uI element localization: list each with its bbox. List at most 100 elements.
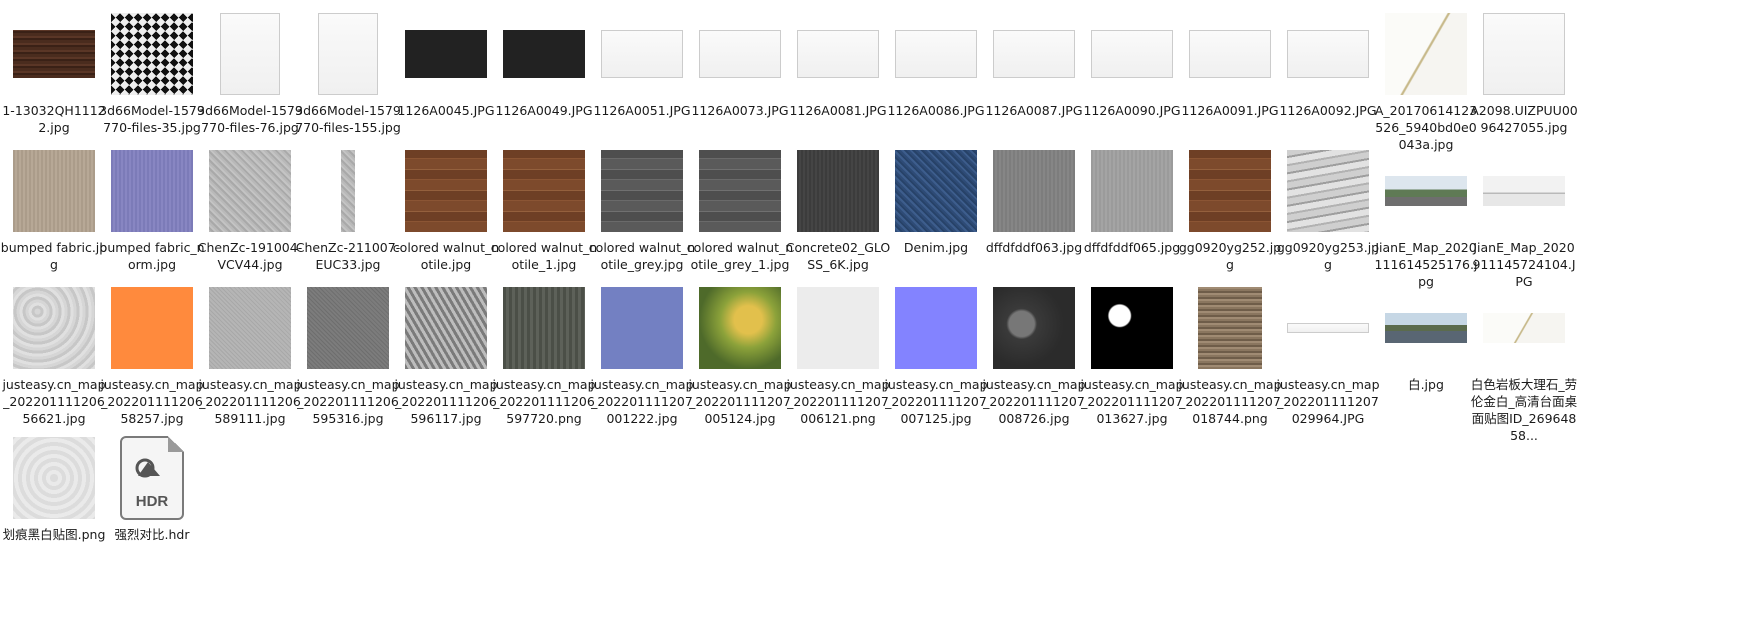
file-name-label: dffdfddf065.jpg xyxy=(1083,240,1181,255)
thumbnail-image xyxy=(405,287,487,369)
thumbnail-image xyxy=(1287,30,1369,78)
file-thumbnail xyxy=(588,280,696,376)
thumbnail-image xyxy=(993,30,1075,78)
file-thumbnail xyxy=(1372,143,1480,239)
thumbnail-image xyxy=(993,287,1075,369)
file-name-label: justeasy.cn_map_202201111207007125.jpg xyxy=(884,377,988,426)
file-name-label: 3d66Model-1579770-files-76.jpg xyxy=(197,103,303,135)
thumbnail-image xyxy=(601,150,683,232)
file-name-label: justeasy.cn_map_202201111207013627.jpg xyxy=(1080,377,1184,426)
file-name-label: 3d66Model-1579770-files-35.jpg xyxy=(99,103,205,135)
file-name-label: ChenZc-211007-EUC33.jpg xyxy=(295,240,401,272)
thumbnail-image xyxy=(993,150,1075,232)
file-name-label: justeasy.cn_map_202201111207001222.jpg xyxy=(590,377,694,426)
file-name-label: colored walnut_notile_grey_1.jpg xyxy=(686,240,794,272)
file-thumbnail xyxy=(1372,280,1480,376)
thumbnail-image xyxy=(13,287,95,369)
thumbnail-image xyxy=(895,150,977,232)
file-name-label: 1126A0086.JPG xyxy=(887,103,985,118)
file-name-label: justeasy.cn_map_202201111206596117.jpg xyxy=(394,377,498,426)
file-thumbnail xyxy=(784,6,892,102)
thumbnail-image xyxy=(405,150,487,232)
thumbnail-image xyxy=(13,150,95,232)
thumbnail-image xyxy=(1189,30,1271,78)
file-thumbnail xyxy=(980,280,1088,376)
file-thumbnail xyxy=(490,280,598,376)
file-name-label: 1126A0073.JPG xyxy=(691,103,789,118)
thumbnail-image xyxy=(1189,150,1271,232)
thumbnail-image xyxy=(307,287,389,369)
file-name-label: 1126A0087.JPG xyxy=(985,103,1083,118)
file-thumbnail xyxy=(784,280,892,376)
file-name-label: justeasy.cn_map_202201111206597720.png xyxy=(492,377,596,426)
file-thumbnail xyxy=(294,143,402,239)
file-name-label: A2098.UIZPUU0096427055.jpg xyxy=(1470,103,1578,135)
file-thumbnail xyxy=(1176,280,1284,376)
file-icon-grid: 1-13032QH11122.jpg 3d66Model-1579770-file… xyxy=(0,0,1749,622)
file-name-label: justeasy.cn_map_202201111207008726.jpg xyxy=(982,377,1086,426)
file-thumbnail xyxy=(196,6,304,102)
file-name-label: Denim.jpg xyxy=(903,240,969,255)
file-thumbnail xyxy=(0,430,108,526)
file-thumbnail xyxy=(98,6,206,102)
file-thumbnail xyxy=(1470,280,1578,376)
file-thumbnail xyxy=(1372,6,1480,102)
file-thumbnail xyxy=(980,6,1088,102)
file-thumbnail xyxy=(294,280,402,376)
file-thumbnail xyxy=(1078,143,1186,239)
thumbnail-image xyxy=(1287,323,1369,333)
file-name-label: 1126A0091.JPG xyxy=(1181,103,1279,118)
thumbnail-image xyxy=(405,30,487,78)
thumbnail-image xyxy=(797,287,879,369)
file-name-label: 3d66Model-1579770-files-155.jpg xyxy=(295,103,401,135)
file-name-label: 白色岩板大理石_劳伦金白_高清台面桌面贴图ID_26964858... xyxy=(1470,377,1578,443)
thumbnail-image xyxy=(895,287,977,369)
thumbnail-image xyxy=(503,287,585,369)
thumbnail-image xyxy=(601,287,683,369)
thumbnail-image xyxy=(699,150,781,232)
file-thumbnail xyxy=(686,6,794,102)
thumbnail-image xyxy=(1091,150,1173,232)
file-thumbnail xyxy=(490,6,598,102)
file-name-label: 1126A0092.JPG xyxy=(1279,103,1377,118)
file-thumbnail xyxy=(882,280,990,376)
file-thumbnail xyxy=(196,143,304,239)
thumbnail-image xyxy=(209,150,291,232)
thumbnail-image xyxy=(1385,13,1467,95)
file-thumbnail xyxy=(882,143,990,239)
file-thumbnail xyxy=(196,280,304,376)
thumbnail-image xyxy=(220,13,280,95)
thumbnail-image xyxy=(13,437,95,519)
thumbnail-image xyxy=(1483,13,1565,95)
thumbnail-image xyxy=(209,287,291,369)
file-name-label: bumped fabric_norm.jpg xyxy=(99,240,205,272)
file-name-label: gg0920yg252.jpg xyxy=(1178,240,1282,272)
file-name-label: 1126A0049.JPG xyxy=(495,103,593,118)
file-name-label: 1126A0051.JPG xyxy=(593,103,691,118)
thumbnail-image xyxy=(111,150,193,232)
file-name-label: 划痕黑白贴图.png xyxy=(2,527,106,542)
file-thumbnail xyxy=(392,6,500,102)
file-thumbnail xyxy=(686,280,794,376)
thumbnail-image xyxy=(1198,287,1262,369)
file-thumbnail xyxy=(0,6,108,102)
file-thumbnail xyxy=(98,143,206,239)
file-name-label: justeasy.cn_map_20220111120656621.jpg xyxy=(2,377,106,426)
thumbnail-image xyxy=(1091,30,1173,78)
file-name-label: 强烈对比.hdr xyxy=(114,527,190,542)
thumbnail-image xyxy=(13,30,95,78)
file-name-label: justeasy.cn_map_202201111207029964.JPG xyxy=(1276,377,1380,426)
file-thumbnail: HDR xyxy=(98,430,206,526)
file-thumbnail xyxy=(0,280,108,376)
file-name-label: 1126A0081.JPG xyxy=(789,103,887,118)
file-thumbnail xyxy=(1274,6,1382,102)
file-thumbnail xyxy=(1274,143,1382,239)
thumbnail-image xyxy=(797,150,879,232)
file-name-label: 1-13032QH11122.jpg xyxy=(2,103,106,135)
thumbnail-image xyxy=(1287,150,1369,232)
file-name-label: Concrete02_GLOSS_6K.jpg xyxy=(785,240,891,272)
file-name-label: justeasy.cn_map_202201111207005124.jpg xyxy=(688,377,792,426)
thumbnail-image xyxy=(1385,313,1467,343)
file-thumbnail xyxy=(392,280,500,376)
thumbnail-image xyxy=(1483,176,1565,206)
